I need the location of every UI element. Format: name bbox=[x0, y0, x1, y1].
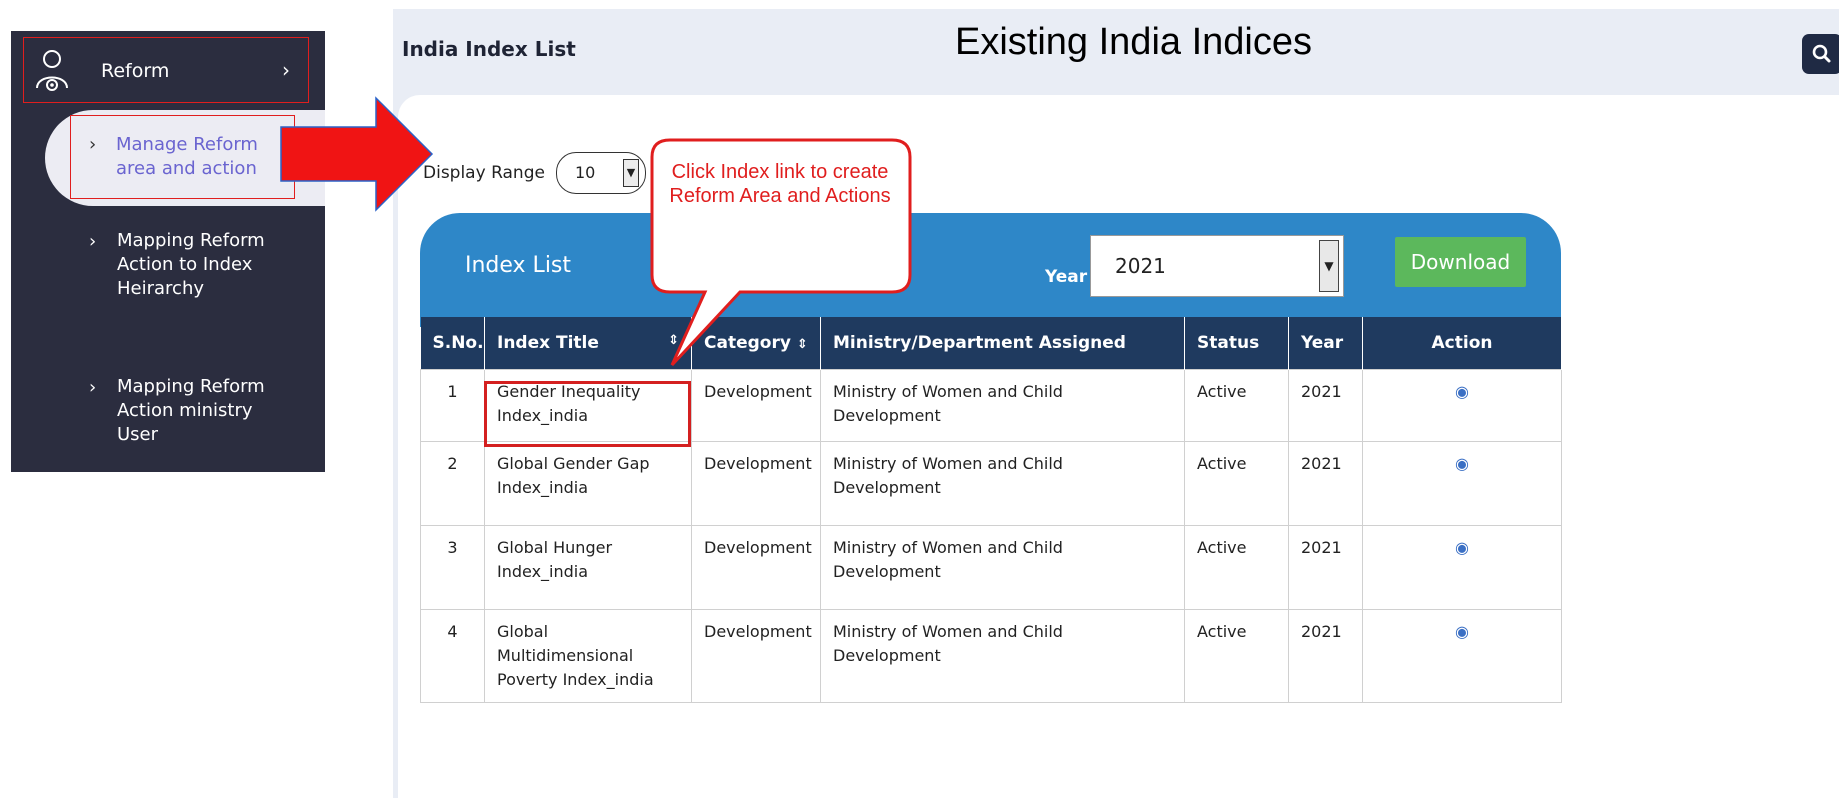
sidebar-item-label: Mapping Reform Action ministry User bbox=[117, 376, 265, 445]
col-header-label: Category bbox=[704, 332, 791, 353]
chevron-down-icon: ▼ bbox=[1319, 240, 1339, 292]
cell-sno: 4 bbox=[420, 608, 485, 703]
eye-icon[interactable]: ◉ bbox=[1455, 454, 1469, 473]
table-row: 2 Global Gender Gap Index_india Developm… bbox=[420, 440, 1562, 526]
year-select-value: 2021 bbox=[1115, 254, 1166, 278]
eye-icon[interactable]: ◉ bbox=[1455, 538, 1469, 557]
search-icon bbox=[1812, 44, 1831, 63]
cell-action: ◉ bbox=[1362, 440, 1562, 526]
sidebar: Reform › › Manage Reform area and action… bbox=[11, 31, 325, 472]
col-header-category[interactable]: Category ⇕ bbox=[691, 317, 821, 369]
cell-year: 2021 bbox=[1288, 524, 1363, 610]
index-list-title: Index List bbox=[465, 253, 572, 278]
col-header-sno: S.No. bbox=[420, 317, 485, 369]
col-header-ministry: Ministry/Department Assigned bbox=[820, 317, 1185, 369]
display-range-label: Display Range bbox=[423, 163, 545, 183]
cell-category: Development bbox=[691, 608, 821, 703]
sidebar-item-label: Manage Reform area and action bbox=[116, 134, 258, 179]
user-gear-icon bbox=[36, 50, 68, 91]
col-header-status: Status bbox=[1184, 317, 1289, 369]
table-row: 3 Global Hunger Index_india Development … bbox=[420, 524, 1562, 610]
col-header-index-title[interactable]: Index Title ⇕ bbox=[484, 317, 692, 369]
cell-ministry: Ministry of Women and Child Development bbox=[820, 608, 1185, 703]
table-row: 4 Global Multidimensional Poverty Index_… bbox=[420, 608, 1562, 703]
cell-year: 2021 bbox=[1288, 608, 1363, 703]
chevron-right-icon: › bbox=[89, 377, 97, 398]
sidebar-item-reform[interactable]: Reform › bbox=[23, 37, 309, 103]
status-badge: Active bbox=[1184, 608, 1289, 703]
index-list-header: Index List Year 2021 ▼ Download bbox=[420, 213, 1561, 327]
search-button[interactable] bbox=[1802, 34, 1839, 74]
chevron-right-icon: › bbox=[89, 134, 97, 155]
cell-ministry: Ministry of Women and Child Development bbox=[820, 524, 1185, 610]
annotation-title: Existing India Indices bbox=[955, 21, 1312, 63]
download-button[interactable]: Download bbox=[1395, 237, 1526, 287]
chevron-down-icon: ▼ bbox=[623, 159, 639, 187]
status-badge: Active bbox=[1184, 368, 1289, 442]
year-label: Year bbox=[1045, 267, 1088, 287]
year-select[interactable]: 2021 ▼ bbox=[1090, 235, 1344, 297]
index-title-link[interactable]: Global Multidimensional Poverty Index_in… bbox=[484, 608, 692, 703]
highlight-box: › Manage Reform area and action bbox=[70, 115, 295, 199]
eye-icon[interactable]: ◉ bbox=[1455, 382, 1469, 401]
annotation-highlight-box bbox=[484, 381, 691, 447]
chevron-right-icon: › bbox=[282, 58, 290, 82]
index-table: S.No. Index Title ⇕ Category ⇕ Ministry/D… bbox=[420, 317, 1562, 703]
chevron-right-icon: › bbox=[89, 231, 97, 252]
cell-ministry: Ministry of Women and Child Development bbox=[820, 440, 1185, 526]
table-header-row: S.No. Index Title ⇕ Category ⇕ Ministry/D… bbox=[420, 317, 1562, 369]
cell-ministry: Ministry of Women and Child Development bbox=[820, 368, 1185, 442]
cell-year: 2021 bbox=[1288, 440, 1363, 526]
index-title-link[interactable]: Global Gender Gap Index_india bbox=[484, 440, 692, 526]
cell-category: Development bbox=[691, 524, 821, 610]
sort-icon[interactable]: ⇕ bbox=[797, 337, 808, 352]
cell-category: Development bbox=[691, 368, 821, 442]
col-header-action: Action bbox=[1362, 317, 1562, 369]
sort-icon[interactable]: ⇕ bbox=[668, 333, 679, 348]
callout-text: Click Index link to create Reform Area a… bbox=[669, 161, 891, 207]
col-header-label: Index Title bbox=[497, 332, 599, 353]
col-header-year: Year bbox=[1288, 317, 1363, 369]
cell-sno: 1 bbox=[420, 368, 485, 442]
cell-year: 2021 bbox=[1288, 368, 1363, 442]
display-range-value: 10 bbox=[575, 163, 596, 182]
page-title: India Index List bbox=[402, 37, 576, 61]
eye-icon[interactable]: ◉ bbox=[1455, 622, 1469, 641]
cell-sno: 3 bbox=[420, 524, 485, 610]
cell-action: ◉ bbox=[1362, 524, 1562, 610]
sidebar-item-label: Mapping Reform Action to Index Heirarchy bbox=[117, 230, 265, 299]
sidebar-item-manage-reform[interactable]: › Manage Reform area and action bbox=[45, 110, 325, 206]
status-badge: Active bbox=[1184, 440, 1289, 526]
cell-action: ◉ bbox=[1362, 608, 1562, 703]
status-badge: Active bbox=[1184, 524, 1289, 610]
cell-category: Development bbox=[691, 440, 821, 526]
cell-action: ◉ bbox=[1362, 368, 1562, 442]
cell-sno: 2 bbox=[420, 440, 485, 526]
display-range-select[interactable]: 10 ▼ bbox=[556, 152, 646, 194]
sidebar-item-label: Reform bbox=[101, 60, 170, 82]
index-title-link[interactable]: Global Hunger Index_india bbox=[484, 524, 692, 610]
